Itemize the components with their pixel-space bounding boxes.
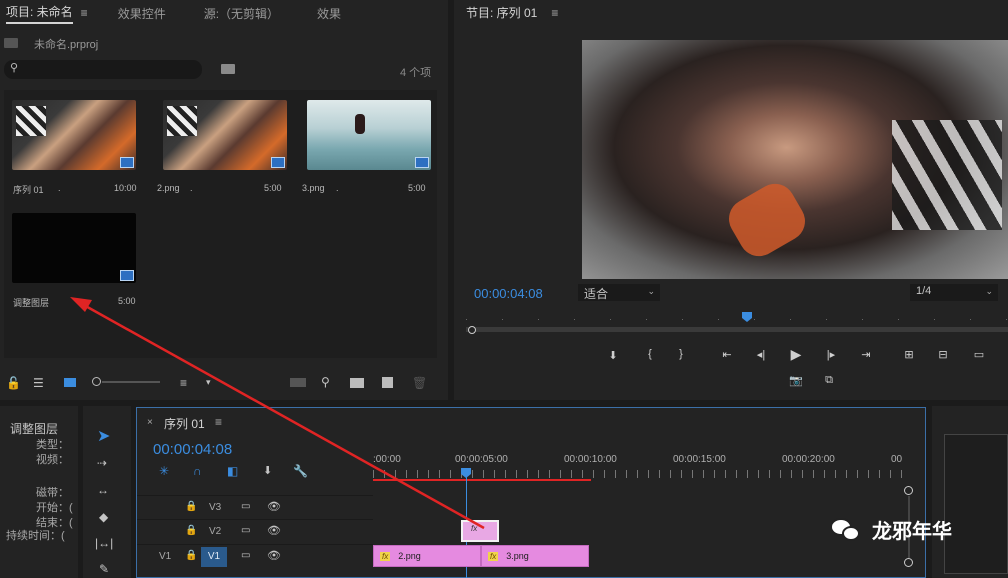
annotation-arrow <box>70 297 485 530</box>
